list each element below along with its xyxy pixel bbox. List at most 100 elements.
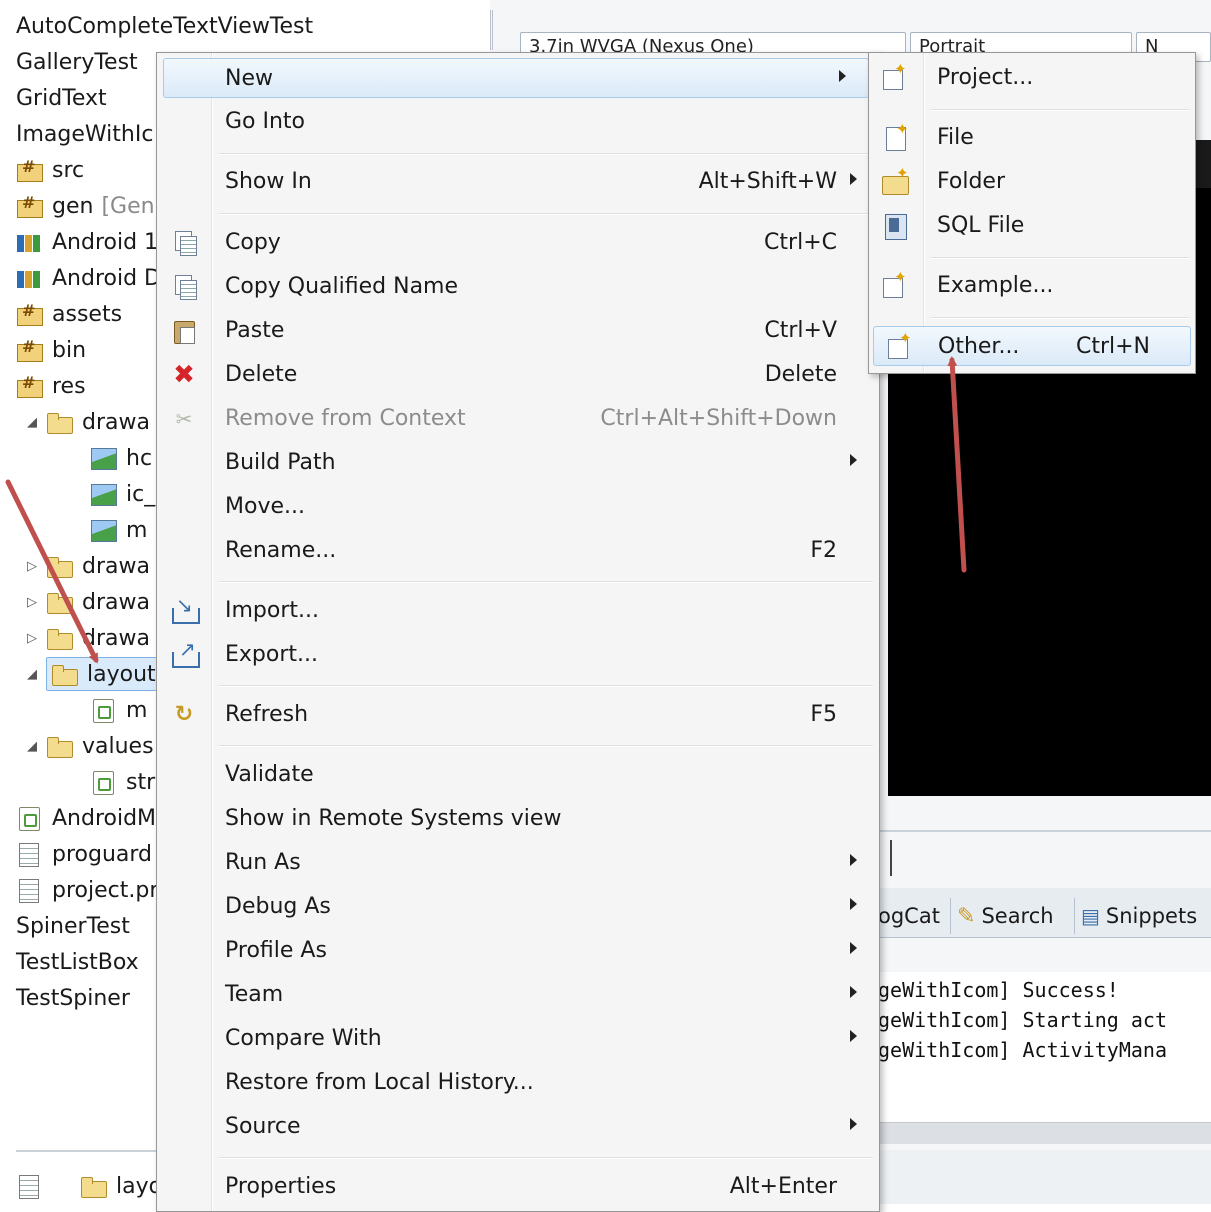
submenu-item-file[interactable]: File bbox=[869, 118, 1195, 158]
tree-item-image[interactable]: m bbox=[90, 512, 147, 548]
tree-item-xml[interactable]: str bbox=[90, 764, 155, 800]
submenu-item-example[interactable]: Example... bbox=[869, 266, 1195, 306]
sash[interactable] bbox=[490, 10, 498, 50]
submenu-item-folder[interactable]: Folder bbox=[869, 162, 1195, 202]
menu-item-refresh[interactable]: ↻ Refresh F5 bbox=[157, 695, 879, 735]
menu-item-compare-with[interactable]: Compare With bbox=[157, 1019, 879, 1059]
source-folder-icon bbox=[16, 193, 43, 218]
image-file-icon bbox=[90, 447, 117, 470]
tree-item-decoration: [Gen bbox=[101, 193, 155, 219]
tree-item-label: ImageWithIc bbox=[16, 121, 154, 147]
menu-item-restore-from-local-history[interactable]: Restore from Local History... bbox=[157, 1063, 879, 1103]
xml-file-icon bbox=[90, 699, 116, 723]
tab-search[interactable]: ✎ Search bbox=[950, 898, 1054, 934]
menu-item-label: New bbox=[225, 66, 273, 91]
new-submenu: Project... File Folder SQL File Example.… bbox=[868, 52, 1196, 374]
menu-item-delete[interactable]: ✖ Delete Delete bbox=[157, 355, 879, 395]
tree-item-xml[interactable]: m bbox=[90, 692, 147, 728]
tree-item-drawable[interactable]: ▷ drawa bbox=[24, 620, 150, 656]
folder-icon bbox=[16, 337, 43, 362]
menu-item-run-as[interactable]: Run As bbox=[157, 843, 879, 883]
tree-item-res[interactable]: res bbox=[16, 368, 86, 404]
tree-item-assets[interactable]: assets bbox=[16, 296, 122, 332]
tree-item-drawable[interactable]: ◢ drawa bbox=[24, 404, 150, 440]
horizontal-scrollbar[interactable] bbox=[878, 1122, 1211, 1144]
collapsed-twistie-icon[interactable]: ▷ bbox=[24, 559, 40, 574]
tree-item-project[interactable]: AutoCompleteTextViewTest bbox=[16, 8, 313, 44]
menu-item-properties[interactable]: Properties Alt+Enter bbox=[157, 1167, 879, 1207]
tree-item-file[interactable]: project.pr bbox=[16, 872, 158, 908]
tree-item-gen[interactable]: gen [Gen bbox=[16, 188, 155, 224]
tab-snippets[interactable]: ▤ Snippets bbox=[1074, 898, 1197, 934]
menu-item-paste[interactable]: Paste Ctrl+V bbox=[157, 311, 879, 351]
tree-item-library[interactable]: Android D bbox=[16, 260, 161, 296]
tree-item-src[interactable]: src bbox=[16, 152, 84, 188]
expanded-twistie-icon[interactable]: ◢ bbox=[24, 667, 40, 682]
menu-item-label: Build Path bbox=[225, 450, 336, 475]
tree-item-label: hc bbox=[126, 445, 153, 471]
tree-item-label: drawa bbox=[82, 553, 150, 579]
export-icon bbox=[171, 637, 200, 668]
menu-item-validate[interactable]: Validate bbox=[157, 755, 879, 795]
tree-item-drawable[interactable]: ▷ drawa bbox=[24, 548, 150, 584]
menu-item-build-path[interactable]: Build Path bbox=[157, 443, 879, 483]
tree-item-library[interactable]: Android 1 bbox=[16, 224, 158, 260]
menu-item-rename[interactable]: Rename... F2 bbox=[157, 531, 879, 571]
menu-item-go-into[interactable]: Go Into bbox=[157, 102, 879, 142]
tree-item-label: TestSpiner bbox=[16, 985, 130, 1011]
menu-item-import[interactable]: Import... bbox=[157, 591, 879, 631]
menu-item-export[interactable]: Export... bbox=[157, 635, 879, 675]
collapsed-twistie-icon[interactable]: ▷ bbox=[24, 631, 40, 646]
expanded-twistie-icon[interactable]: ◢ bbox=[24, 739, 40, 754]
menu-item-copy-qualified-name[interactable]: Copy Qualified Name bbox=[157, 267, 879, 307]
tree-item-bin[interactable]: bin bbox=[16, 332, 86, 368]
menu-separator bbox=[931, 257, 1189, 259]
project-wizard-icon bbox=[881, 60, 909, 91]
tree-item-project[interactable]: ImageWithIc bbox=[16, 116, 153, 152]
remove-context-icon: ✂ bbox=[175, 407, 193, 431]
menu-item-copy[interactable]: Copy Ctrl+C bbox=[157, 223, 879, 263]
tree-item-project[interactable]: GridText bbox=[16, 80, 107, 116]
tree-item-drawable[interactable]: ▷ drawa bbox=[24, 584, 150, 620]
menu-item-profile-as[interactable]: Profile As bbox=[157, 931, 879, 971]
tree-item-project[interactable]: TestSpiner bbox=[16, 980, 130, 1016]
menu-item-show-in-remote-systems[interactable]: Show in Remote Systems view bbox=[157, 799, 879, 839]
menu-item-label: Validate bbox=[225, 762, 314, 787]
tree-item-label: AutoCompleteTextViewTest bbox=[16, 13, 314, 39]
tab-logcat[interactable]: ogCat bbox=[878, 898, 940, 934]
tab-label: ogCat bbox=[878, 904, 940, 928]
view-tabs: ogCat ✎ Search ▤ Snippets bbox=[878, 888, 1211, 938]
text-file-icon bbox=[16, 879, 42, 903]
submenu-item-project[interactable]: Project... bbox=[869, 58, 1195, 98]
tree-item-label: Android 1 bbox=[52, 229, 159, 255]
tree-item-image[interactable]: ic_ bbox=[90, 476, 155, 512]
new-folder-icon bbox=[881, 164, 909, 195]
collapsed-twistie-icon[interactable]: ▷ bbox=[24, 595, 40, 610]
tree-item-project[interactable]: GalleryTest bbox=[16, 44, 138, 80]
menu-item-debug-as[interactable]: Debug As bbox=[157, 887, 879, 927]
menu-item-source[interactable]: Source bbox=[157, 1107, 879, 1147]
tab-label: Search bbox=[981, 904, 1054, 928]
menu-item-label: Export... bbox=[225, 642, 318, 667]
tree-item-xml[interactable]: AndroidM bbox=[16, 800, 156, 836]
menu-item-new[interactable]: New bbox=[163, 58, 869, 98]
tree-item-image[interactable]: hc bbox=[90, 440, 152, 476]
menu-separator bbox=[219, 1157, 873, 1159]
tree-item-label: str bbox=[126, 769, 156, 795]
tree-item-project[interactable]: TestListBox bbox=[16, 944, 139, 980]
menu-item-label: Compare With bbox=[225, 1026, 382, 1051]
expanded-twistie-icon[interactable]: ◢ bbox=[24, 415, 40, 430]
console-line: geWithIcom] ActivityMana bbox=[878, 1038, 1167, 1062]
menu-item-team[interactable]: Team bbox=[157, 975, 879, 1015]
menu-separator bbox=[219, 213, 873, 215]
tree-item-file[interactable]: proguard bbox=[16, 836, 152, 872]
tree-item-project[interactable]: SpinerTest bbox=[16, 908, 130, 944]
menu-item-move[interactable]: Move... bbox=[157, 487, 879, 527]
tree-item-values[interactable]: ◢ values bbox=[24, 728, 154, 764]
submenu-arrow-icon bbox=[850, 898, 857, 910]
submenu-item-sql-file[interactable]: SQL File bbox=[869, 206, 1195, 246]
menu-separator bbox=[219, 745, 873, 747]
text-file-icon bbox=[16, 843, 42, 867]
submenu-item-other[interactable]: Other... Ctrl+N bbox=[873, 326, 1191, 366]
menu-item-show-in[interactable]: Show In Alt+Shift+W bbox=[157, 162, 879, 202]
